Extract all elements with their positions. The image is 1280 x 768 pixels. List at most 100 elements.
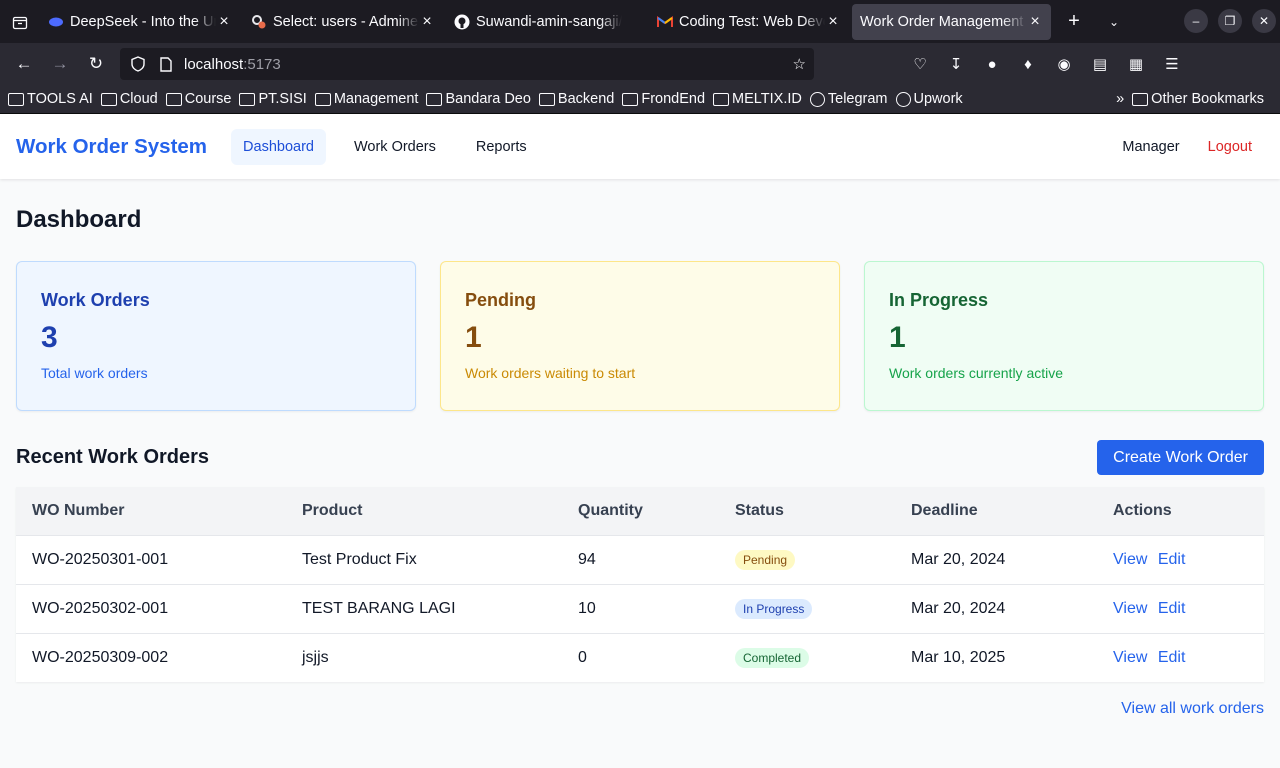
bookmark-label: PT.SISI	[258, 91, 307, 107]
browser-tab[interactable]: Coding Test: Web Developer ×	[649, 4, 849, 40]
folder-icon	[426, 92, 443, 106]
card-value: 1	[465, 321, 482, 354]
bookmark-link[interactable]: Upwork	[895, 91, 963, 107]
bookmark-label: Course	[184, 91, 232, 107]
nav-reports[interactable]: Reports	[464, 129, 539, 165]
shield-icon[interactable]	[128, 56, 148, 72]
tab-title: Coding Test: Web Developer	[679, 13, 825, 30]
view-all-link-wrapper: View all work orders	[16, 700, 1264, 718]
close-window-icon[interactable]: ✕	[1252, 9, 1276, 33]
bookmark-folder[interactable]: Course	[165, 91, 232, 107]
bookmark-folder[interactable]: MELTIX.ID	[713, 91, 802, 107]
logout-button[interactable]: Logout	[1208, 139, 1252, 155]
status-badge: In Progress	[735, 598, 813, 619]
other-bookmarks[interactable]: Other Bookmarks	[1132, 91, 1264, 107]
bookmark-link[interactable]: Telegram	[809, 91, 888, 107]
summary-cards: Work Orders 3 Total work orders Pending …	[16, 261, 1264, 411]
browser-toolbar: ← → ↻ localhost:5173 ☆ ♡ ↧ ● ♦ ◉ ▤ ▦ ☰	[0, 43, 1280, 85]
menu-icon[interactable]: ☰	[1154, 48, 1190, 80]
nav-dashboard[interactable]: Dashboard	[231, 128, 326, 165]
card-in-progress: In Progress 1 Work orders currently acti…	[864, 261, 1264, 411]
folder-icon	[713, 92, 730, 106]
bookmark-label: Upwork	[913, 91, 963, 107]
edit-link[interactable]: Edit	[1158, 600, 1186, 617]
nav-work-orders[interactable]: Work Orders	[342, 129, 448, 165]
bookmark-folder[interactable]: Backend	[538, 91, 614, 107]
wo-number: WO-20250309-002	[16, 632, 286, 682]
close-tab-icon[interactable]: ×	[825, 13, 841, 31]
gmail-icon	[657, 14, 673, 30]
tab-list-icon[interactable]	[0, 0, 40, 43]
view-link[interactable]: View	[1113, 649, 1147, 666]
restore-icon[interactable]: ❐	[1218, 9, 1242, 33]
view-all-work-orders-link[interactable]: View all work orders	[1121, 700, 1264, 717]
quantity: 10	[562, 583, 719, 633]
view-link[interactable]: View	[1113, 551, 1147, 568]
quantity: 94	[562, 534, 719, 584]
browser-tab-active[interactable]: Work Order Management ×	[852, 3, 1051, 40]
browser-tab-bar: DeepSeek - Into the Unknown × Select: us…	[0, 0, 1280, 43]
column-header: Product	[302, 501, 363, 519]
browser-tab[interactable]: DeepSeek - Into the Unknown ×	[40, 4, 240, 40]
view-link[interactable]: View	[1113, 600, 1147, 617]
close-tab-icon[interactable]: ×	[1027, 13, 1043, 31]
close-tab-icon[interactable]: ×	[419, 13, 435, 31]
browser-tab[interactable]: Select: users - Adminer ×	[243, 4, 443, 40]
bookmark-folder[interactable]: FrondEnd	[622, 91, 705, 107]
minimize-icon[interactable]: –	[1184, 9, 1208, 33]
bookmark-label: Telegram	[827, 91, 888, 107]
bookmark-folder[interactable]: Cloud	[100, 91, 158, 107]
wo-number: WO-20250301-001	[16, 534, 286, 584]
back-arrow-icon[interactable]: ←	[6, 48, 42, 80]
chevron-down-icon[interactable]: ⌄	[1094, 15, 1134, 29]
extension-avatar-icon[interactable]: ●	[974, 48, 1010, 80]
card-description: Total work orders	[41, 365, 148, 381]
bookmarks-bar: TOOLS AI Cloud Course PT.SISI Management…	[0, 85, 1280, 114]
work-orders-table: WO Number Product Quantity Status Deadli…	[16, 487, 1264, 682]
window-controls: – ❐ ✕	[1184, 9, 1276, 33]
folder-icon	[8, 92, 24, 106]
page-icon[interactable]	[156, 56, 176, 72]
deadline: Mar 20, 2024	[895, 534, 1097, 584]
bookmark-folder[interactable]: PT.SISI	[239, 91, 307, 107]
reader-icon[interactable]: ▤	[1082, 48, 1118, 80]
app-navbar: Work Order System Dashboard Work Orders …	[0, 114, 1280, 179]
create-work-order-button[interactable]: Create Work Order	[1097, 440, 1264, 475]
table-row: WO-20250301-001 Test Product Fix 94 Pend…	[16, 534, 1264, 584]
extension-icon[interactable]: ◉	[1046, 48, 1082, 80]
card-pending: Pending 1 Work orders waiting to start	[440, 261, 840, 411]
brand-logo[interactable]: Work Order System	[16, 135, 207, 159]
main-content: Dashboard Work Orders 3 Total work order…	[0, 206, 1280, 718]
bookmark-label: MELTIX.ID	[732, 91, 802, 107]
table-header-row: WO Number Product Quantity Status Deadli…	[16, 487, 1264, 535]
bookmark-folder[interactable]: Management	[314, 91, 418, 107]
edit-link[interactable]: Edit	[1158, 649, 1186, 666]
toolbar-extensions: ♡ ↧ ● ♦ ◉ ▤ ▦ ☰	[902, 48, 1190, 80]
card-value: 3	[41, 321, 58, 354]
bookmark-label: Bandara Deo	[445, 91, 531, 107]
url-port: :5173	[243, 55, 281, 73]
bookmark-folder[interactable]: Bandara Deo	[426, 91, 531, 107]
more-bookmarks-icon[interactable]: »	[1116, 91, 1124, 107]
wo-number: WO-20250302-001	[16, 583, 286, 633]
extensions-puzzle-icon[interactable]: ♦	[1010, 48, 1046, 80]
deepseek-icon	[48, 14, 64, 30]
address-bar[interactable]: localhost:5173 ☆	[120, 48, 814, 80]
browser-tab[interactable]: Suwandi-amin-sangaji/	[446, 4, 646, 40]
tab-title: Work Order Management	[860, 13, 1024, 30]
pocket-icon[interactable]: ♡	[902, 48, 938, 80]
adminer-icon	[251, 14, 267, 30]
bookmark-folder[interactable]: TOOLS AI	[8, 91, 93, 107]
reload-icon[interactable]: ↻	[78, 48, 114, 80]
new-tab-icon[interactable]: +	[1054, 10, 1094, 33]
qr-code-icon[interactable]: ▦	[1118, 48, 1154, 80]
bookmark-star-icon[interactable]: ☆	[793, 55, 806, 73]
folder-icon	[538, 92, 555, 106]
column-header: WO Number	[32, 501, 125, 519]
folder-icon	[622, 92, 639, 106]
forward-arrow-icon[interactable]: →	[42, 48, 78, 80]
download-icon[interactable]: ↧	[938, 48, 974, 80]
close-tab-icon[interactable]: ×	[216, 13, 232, 31]
edit-link[interactable]: Edit	[1158, 551, 1186, 568]
globe-icon	[895, 91, 911, 107]
